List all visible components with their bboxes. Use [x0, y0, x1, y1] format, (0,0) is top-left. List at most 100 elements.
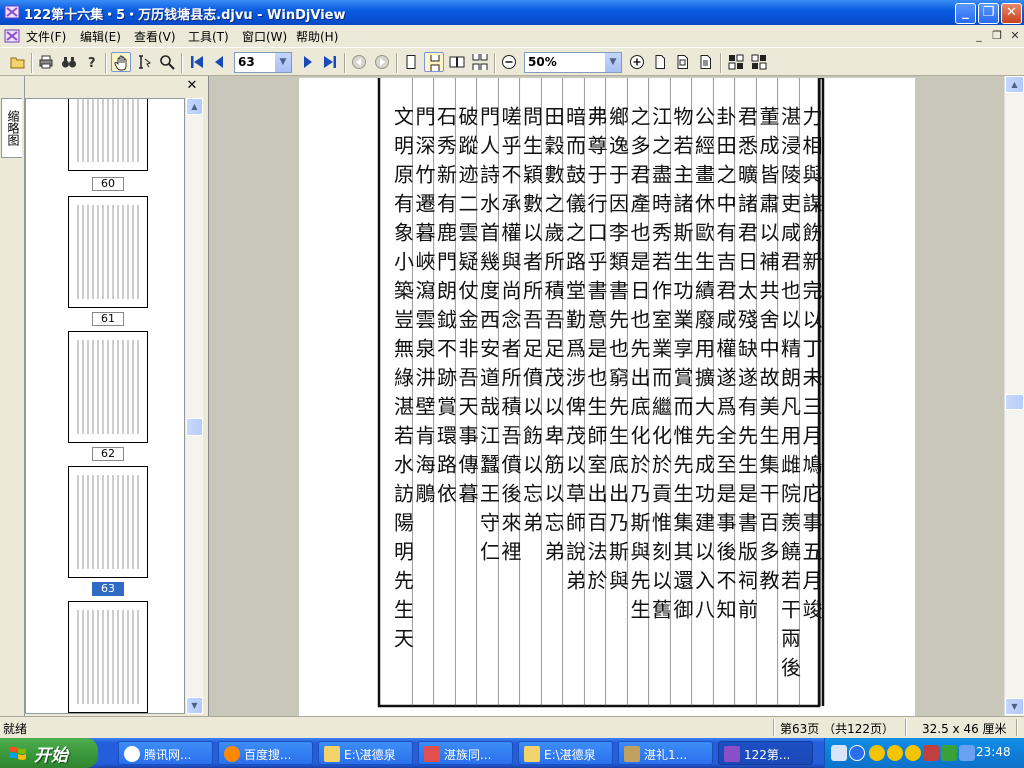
forward-icon[interactable]: [372, 52, 392, 72]
menu-view[interactable]: 查看(V): [134, 28, 176, 45]
mdi-close-button[interactable]: ✕: [1008, 29, 1022, 43]
layer-mode-icon[interactable]: [749, 52, 769, 72]
toolbar: ? 63 ▼ 50% ▼: [0, 47, 1024, 76]
shield-icon[interactable]: [941, 745, 957, 761]
menu-edit[interactable]: 编辑(E): [80, 28, 121, 45]
chevron-left-icon[interactable]: [849, 745, 865, 761]
thumbnail-page-63[interactable]: [68, 466, 148, 578]
status-bar: 就绪 第63页 （共122页） 32.5 x 46 厘米: [0, 716, 1024, 738]
taskbar-item-folder-2[interactable]: E:\湛德泉: [518, 741, 613, 765]
text-column: 文明原有象小築豈無綠湛若水訪陽明先生天: [391, 106, 415, 657]
last-page-icon[interactable]: [320, 52, 340, 72]
menu-file[interactable]: 文件(F): [26, 28, 66, 45]
thumbnail-page-64[interactable]: [68, 601, 148, 713]
document-view[interactable]: 力相與謀飭新完以丁未三月鳩庀事五月竣 湛浸陵吏咸君也以精朗凡用雌院羨饒若干兩後 董成…: [208, 76, 1004, 716]
title-bar[interactable]: 122第十六集・5・万历钱塘县志.djvu - WinDjView _ ❐ ✕: [0, 0, 1024, 25]
fit-width-icon[interactable]: [673, 52, 693, 72]
network-icon[interactable]: [959, 745, 975, 761]
text-column: 門深竹遷暮峽瀉雲泉汫壁肯海鵰: [412, 106, 436, 512]
select-text-icon[interactable]: [134, 52, 154, 72]
qq-icon[interactable]: [869, 745, 885, 761]
menu-bar: 文件(F) 编辑(E) 查看(V) 工具(T) 窗口(W) 帮助(H) _ ❐ …: [0, 25, 1024, 47]
chevron-down-icon[interactable]: ▼: [274, 53, 291, 72]
back-icon[interactable]: [349, 52, 369, 72]
hand-tool-icon[interactable]: [111, 52, 131, 72]
actual-size-icon[interactable]: [696, 52, 716, 72]
menu-tools[interactable]: 工具(T): [188, 28, 229, 45]
facing-pages-icon[interactable]: [447, 52, 467, 72]
taskbar-item-windjview[interactable]: 122第...: [718, 741, 813, 765]
page-number-combo[interactable]: 63 ▼: [234, 52, 292, 73]
print-icon[interactable]: [36, 52, 56, 72]
text-column: 門人詩水首幾度西安道哉江蠶王守仁: [477, 106, 501, 570]
taskbar-item-folder-1[interactable]: E:\湛德泉: [318, 741, 413, 765]
text-column: 江之盡時秀若作室業而繼化於貢惟刻以舊: [649, 106, 673, 628]
menu-window[interactable]: 窗口(W): [242, 28, 287, 45]
app-tray-icon[interactable]: [923, 745, 939, 761]
zoom-combo[interactable]: 50% ▼: [524, 52, 622, 73]
thumbnail-list[interactable]: 60 61 62 63 64: [25, 98, 185, 714]
continuous-facing-icon[interactable]: [470, 52, 490, 72]
close-icon[interactable]: ✕: [185, 79, 199, 93]
qq-icon[interactable]: [905, 745, 921, 761]
tab-thumbnails[interactable]: 缩略图: [1, 98, 22, 158]
mdi-restore-button[interactable]: ❐: [990, 29, 1004, 43]
sidebar-tab-strip: 缩略图: [0, 76, 24, 716]
first-page-icon[interactable]: [187, 52, 207, 72]
taskbar: 开始 腾讯网... 百度搜... E:\湛德泉 湛族同... E:\湛德泉 湛礼…: [0, 738, 1024, 768]
page-number-value: 63: [238, 55, 255, 69]
scanned-page-text: 力相與謀飭新完以丁未三月鳩庀事五月竣湛浸陵吏咸君也以精朗凡用雌院羨饒若干兩後董成…: [377, 78, 825, 708]
find-binoculars-icon[interactable]: [59, 52, 79, 72]
continuous-page-icon[interactable]: [424, 52, 444, 72]
windjview-app-icon: [4, 5, 20, 19]
zoom-tool-icon[interactable]: [157, 52, 177, 72]
clock: 23:48: [976, 745, 1011, 759]
document-scrollbar[interactable]: ▲ ▼: [1004, 76, 1024, 716]
taskbar-item-baidu[interactable]: 百度搜...: [218, 741, 313, 765]
text-column: 之多君產也是日也先出底化於乃斯與先生: [627, 106, 651, 628]
thumbnail-label: 60: [92, 177, 124, 191]
scroll-up-icon[interactable]: ▲: [186, 98, 203, 115]
browser-icon: [124, 746, 140, 762]
taskbar-item-tencent[interactable]: 腾讯网...: [118, 741, 213, 765]
text-column: 鄉逸于因李類書先也窮先生底出乃斯與: [606, 106, 630, 599]
folder-icon: [324, 746, 340, 762]
thumbnail-page-61[interactable]: [68, 196, 148, 308]
scrollbar-thumb[interactable]: [186, 418, 203, 436]
mdi-minimize-button[interactable]: _: [972, 29, 986, 43]
scroll-down-icon[interactable]: ▼: [1005, 698, 1024, 715]
help-icon[interactable]: ?: [82, 52, 102, 72]
maximize-button[interactable]: ❐: [978, 3, 999, 24]
display-mode-icon[interactable]: [726, 52, 746, 72]
zoom-value: 50%: [528, 55, 557, 69]
status-ready: 就绪: [3, 722, 28, 736]
taskbar-item-zhanli[interactable]: 湛礼1...: [618, 741, 713, 765]
fit-page-icon[interactable]: [650, 52, 670, 72]
firefox-icon: [224, 746, 240, 762]
scroll-up-icon[interactable]: ▲: [1005, 76, 1024, 93]
qq-icon[interactable]: [887, 745, 903, 761]
windjview-app-icon: [724, 746, 740, 762]
keyboard-icon[interactable]: [831, 745, 847, 761]
single-page-icon[interactable]: [401, 52, 421, 72]
previous-page-icon[interactable]: [209, 52, 229, 72]
start-button[interactable]: 开始: [0, 738, 98, 768]
taskbar-item-zhanzu[interactable]: 湛族同...: [418, 741, 513, 765]
open-icon[interactable]: [8, 52, 28, 72]
scroll-down-icon[interactable]: ▼: [186, 697, 203, 714]
thumbnail-page-60[interactable]: [68, 99, 148, 171]
system-tray: 23:48: [824, 738, 1024, 768]
thumbnail-page-62[interactable]: [68, 331, 148, 443]
zoom-out-icon[interactable]: [499, 52, 519, 72]
zoom-in-icon[interactable]: [627, 52, 647, 72]
document-icon[interactable]: [3, 27, 21, 45]
minimize-button[interactable]: _: [955, 3, 976, 24]
thumbnail-scrollbar[interactable]: ▲ ▼: [186, 98, 203, 714]
status-dimensions: 32.5 x 46 厘米: [922, 722, 1007, 736]
next-page-icon[interactable]: [298, 52, 318, 72]
scrollbar-thumb[interactable]: [1005, 394, 1024, 410]
menu-help[interactable]: 帮助(H): [296, 28, 338, 45]
chevron-down-icon[interactable]: ▼: [604, 53, 621, 72]
window-title: 122第十六集・5・万历钱塘县志.djvu - WinDjView: [24, 8, 346, 23]
close-button[interactable]: ✕: [1001, 3, 1022, 24]
